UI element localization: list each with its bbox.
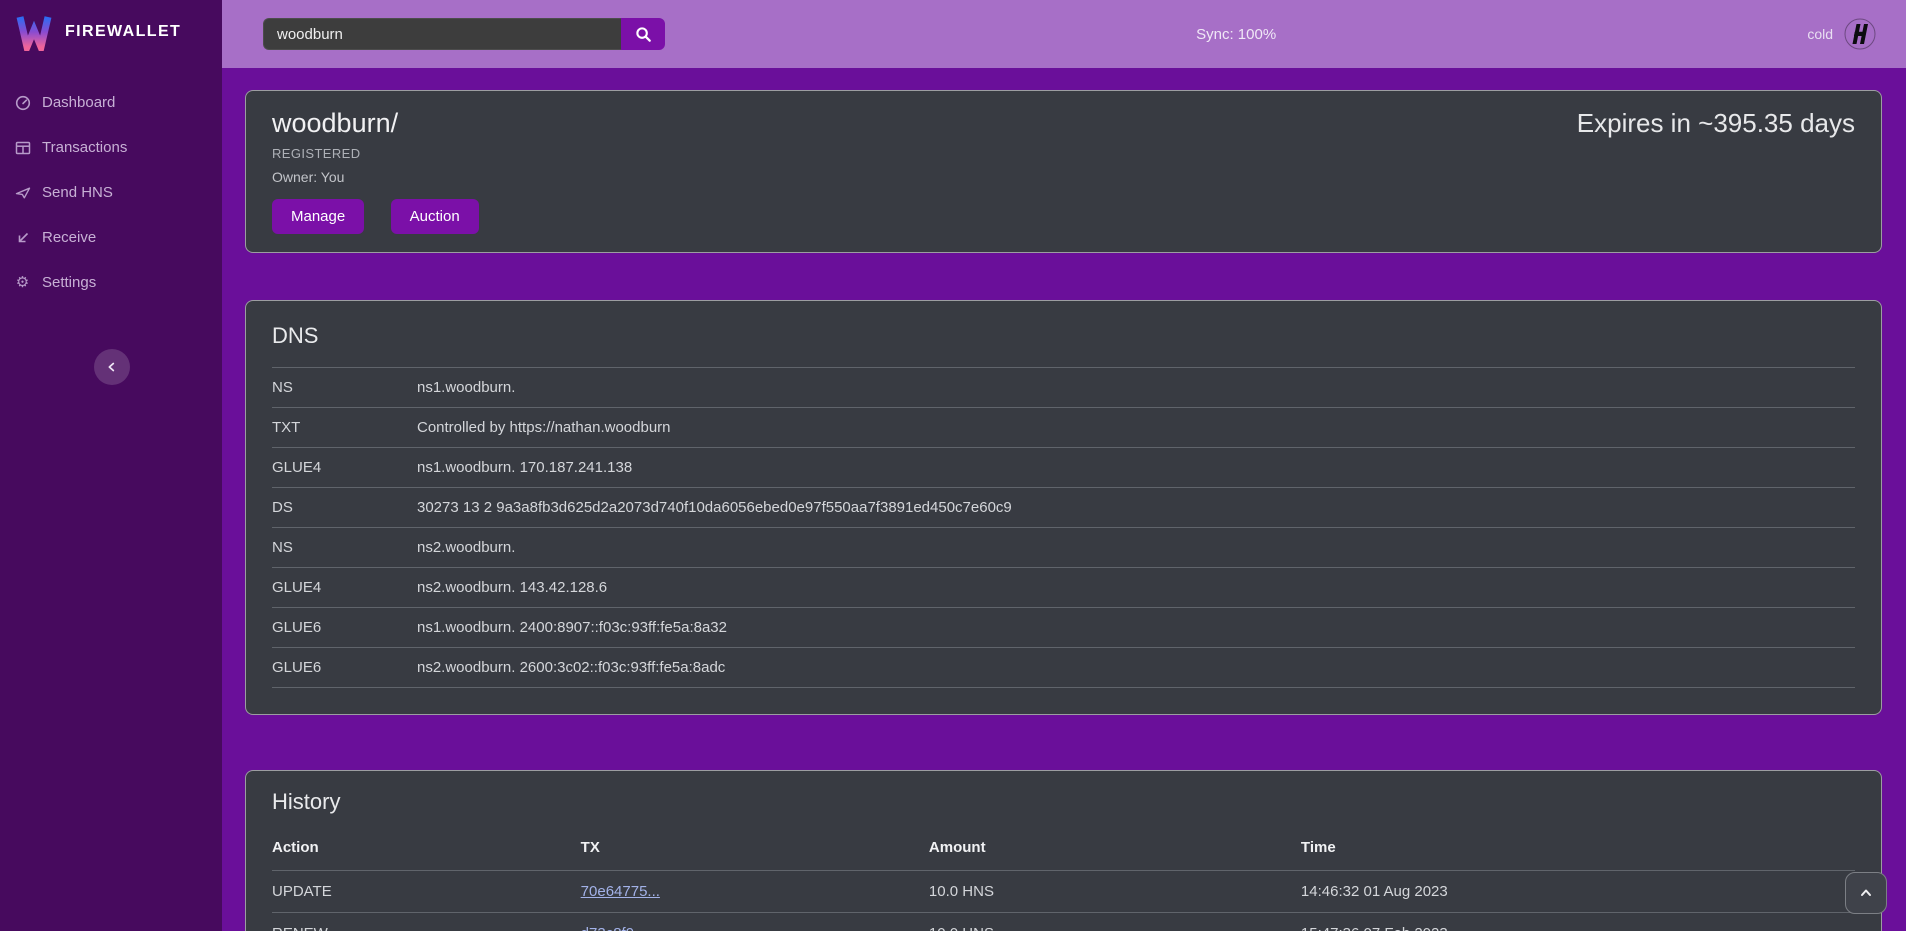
chevron-left-icon <box>105 360 119 374</box>
transactions-icon <box>14 139 31 156</box>
dns-record-type: GLUE6 <box>272 608 417 648</box>
history-header-row: Action TX Amount Time <box>272 833 1855 871</box>
history-col-action: Action <box>272 833 581 871</box>
search-group <box>263 18 665 50</box>
dns-record-value: ns2.woodburn. 143.42.128.6 <box>417 568 1855 608</box>
sidebar-item-label: Receive <box>42 229 96 246</box>
sync-status: Sync: 100% <box>665 26 1807 43</box>
tx-link[interactable]: 70e64775... <box>581 883 660 900</box>
history-col-amount: Amount <box>929 833 1301 871</box>
dns-record-row: GLUE4 ns2.woodburn. 143.42.128.6 <box>272 568 1855 608</box>
chevron-up-icon <box>1858 885 1874 901</box>
dns-record-row: NS ns2.woodburn. <box>272 528 1855 568</box>
domain-info: woodburn/ REGISTERED Owner: You Manage A… <box>272 108 479 234</box>
sidebar-item-send-hns[interactable]: Send HNS <box>0 170 222 215</box>
history-title: History <box>272 789 1855 815</box>
scroll-top-button[interactable] <box>1845 872 1887 914</box>
wallet-selector[interactable]: cold <box>1807 18 1876 50</box>
dns-record-value: ns2.woodburn. <box>417 528 1855 568</box>
history-row: UPDATE 70e64775... 10.0 HNS 14:46:32 01 … <box>272 871 1855 913</box>
dns-record-value: ns1.woodburn. 2400:8907::f03c:93ff:fe5a:… <box>417 608 1855 648</box>
dns-record-type: GLUE4 <box>272 568 417 608</box>
history-col-tx: TX <box>581 833 929 871</box>
history-col-time: Time <box>1301 833 1855 871</box>
dns-record-type: NS <box>272 528 417 568</box>
dns-record-type: NS <box>272 368 417 408</box>
dns-record-row: NS ns1.woodburn. <box>272 368 1855 408</box>
domain-owner: Owner: You <box>272 169 479 185</box>
domain-status-badge: REGISTERED <box>272 146 479 161</box>
sidebar-collapse-button[interactable] <box>94 349 130 385</box>
sidebar-item-label: Settings <box>42 274 96 291</box>
dns-card: DNS NS ns1.woodburn. TXT Controlled by h… <box>245 300 1882 715</box>
receive-icon <box>14 229 31 246</box>
dns-table: NS ns1.woodburn. TXT Controlled by https… <box>272 367 1855 688</box>
dns-record-type: DS <box>272 488 417 528</box>
dns-record-row: DS 30273 13 2 9a3a8fb3d625d2a2073d740f10… <box>272 488 1855 528</box>
history-time: 15:47:36 07 Feb 2023 <box>1301 913 1855 931</box>
sidebar-nav: Dashboard Transactions Send HNS Receive … <box>0 80 222 305</box>
dns-record-type: TXT <box>272 408 417 448</box>
history-row: RENEW d73c8f9... 10.0 HNS 15:47:36 07 Fe… <box>272 913 1855 931</box>
main-content: woodburn/ REGISTERED Owner: You Manage A… <box>222 68 1906 931</box>
dns-record-row: GLUE6 ns2.woodburn. 2600:3c02::f03c:93ff… <box>272 648 1855 688</box>
domain-name: woodburn/ <box>272 108 479 139</box>
dns-record-value: ns1.woodburn. 170.187.241.138 <box>417 448 1855 488</box>
dns-record-row: GLUE6 ns1.woodburn. 2400:8907::f03c:93ff… <box>272 608 1855 648</box>
history-action: RENEW <box>272 913 581 931</box>
history-time: 14:46:32 01 Aug 2023 <box>1301 871 1855 913</box>
history-card: History Action TX Amount Time UPDATE 70e… <box>245 770 1882 931</box>
history-table: Action TX Amount Time UPDATE 70e64775...… <box>272 833 1855 931</box>
topbar: Sync: 100% cold <box>222 0 1906 68</box>
dns-record-value: 30273 13 2 9a3a8fb3d625d2a2073d740f10da6… <box>417 488 1855 528</box>
dns-record-type: GLUE6 <box>272 648 417 688</box>
search-button[interactable] <box>621 18 665 50</box>
manage-button[interactable]: Manage <box>272 199 364 234</box>
dns-record-value: ns1.woodburn. <box>417 368 1855 408</box>
search-icon <box>635 26 652 43</box>
sidebar-item-settings[interactable]: ⚙ Settings <box>0 260 222 305</box>
handshake-icon <box>1844 18 1876 50</box>
search-input[interactable] <box>263 18 621 50</box>
dns-record-row: GLUE4 ns1.woodburn. 170.187.241.138 <box>272 448 1855 488</box>
dns-record-row: TXT Controlled by https://nathan.woodbur… <box>272 408 1855 448</box>
history-action: UPDATE <box>272 871 581 913</box>
dns-record-value: Controlled by https://nathan.woodburn <box>417 408 1855 448</box>
sidebar-item-transactions[interactable]: Transactions <box>0 125 222 170</box>
dns-record-value: ns2.woodburn. 2600:3c02::f03c:93ff:fe5a:… <box>417 648 1855 688</box>
send-icon <box>14 184 31 201</box>
history-amount: 10.0 HNS <box>929 913 1301 931</box>
wallet-name: cold <box>1807 26 1833 42</box>
sidebar-item-receive[interactable]: Receive <box>0 215 222 260</box>
dashboard-icon <box>14 94 31 111</box>
app-logo: FIREWALLET <box>0 0 222 64</box>
dns-record-type: GLUE4 <box>272 448 417 488</box>
sidebar-item-label: Send HNS <box>42 184 113 201</box>
domain-expiry: Expires in ~395.35 days <box>1577 108 1855 234</box>
sidebar-item-label: Dashboard <box>42 94 115 111</box>
sidebar-item-dashboard[interactable]: Dashboard <box>0 80 222 125</box>
sidebar: FIREWALLET Dashboard Transactions Send H… <box>0 0 222 931</box>
sidebar-item-label: Transactions <box>42 139 127 156</box>
tx-link[interactable]: d73c8f9... <box>581 925 647 931</box>
gear-icon: ⚙ <box>14 274 31 291</box>
dns-title: DNS <box>272 323 1855 349</box>
app-title: FIREWALLET <box>65 23 181 41</box>
firewallet-logo-icon <box>16 13 52 51</box>
history-amount: 10.0 HNS <box>929 871 1301 913</box>
domain-card: woodburn/ REGISTERED Owner: You Manage A… <box>245 90 1882 253</box>
auction-button[interactable]: Auction <box>391 199 479 234</box>
